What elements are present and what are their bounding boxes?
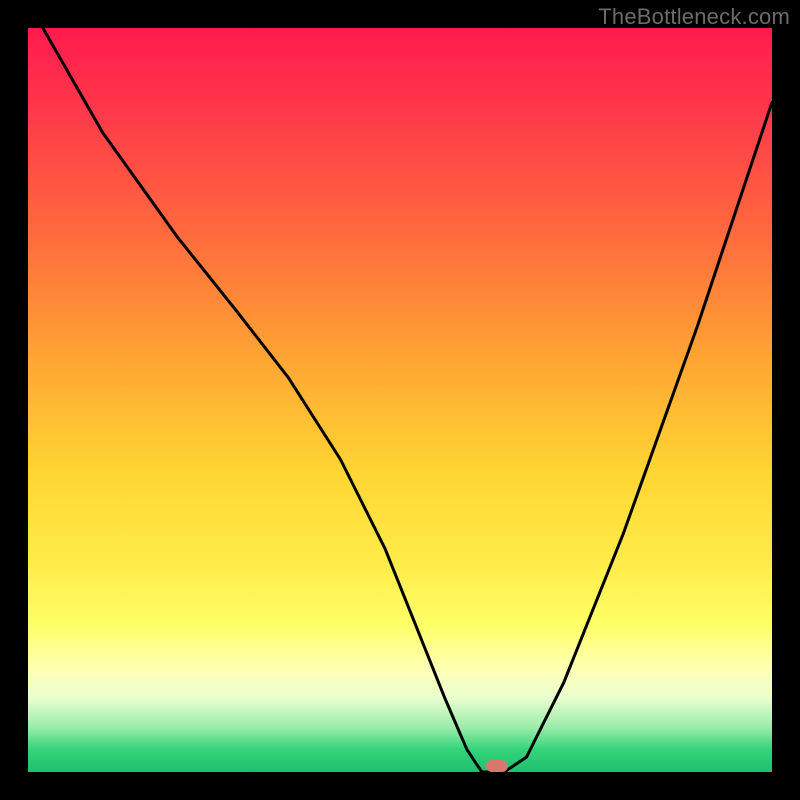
optimal-marker	[486, 760, 508, 772]
bottleneck-curve	[28, 28, 772, 772]
plot-area	[28, 28, 772, 772]
watermark-text: TheBottleneck.com	[598, 4, 790, 30]
chart-frame: TheBottleneck.com	[0, 0, 800, 800]
